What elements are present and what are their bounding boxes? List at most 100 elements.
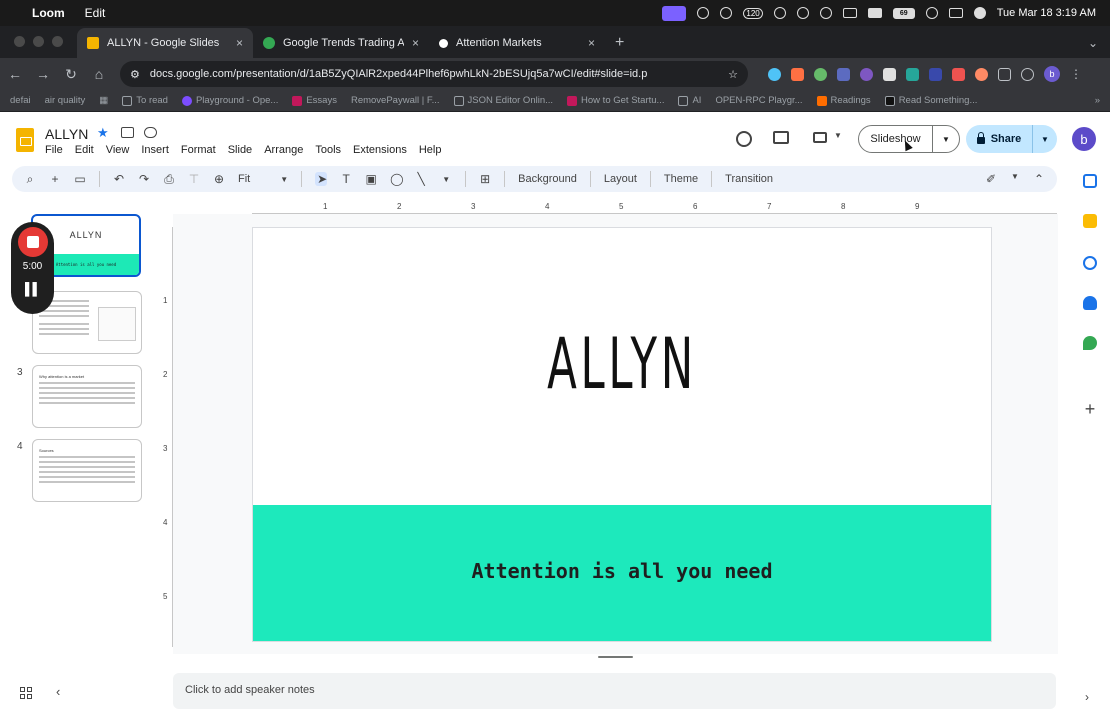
counter-badge-icon[interactable]: 120 [743,7,763,19]
menu-slide[interactable]: Slide [228,144,252,156]
menu-tools[interactable]: Tools [315,144,341,156]
bookmark-read-something[interactable]: Read Something... [884,95,977,106]
cloud-saved-icon[interactable] [144,127,157,138]
transition-button[interactable]: Transition [725,173,773,185]
menubar-edit[interactable]: Edit [85,6,106,20]
star-icon[interactable]: ★ [97,125,109,141]
layout-button[interactable]: Layout [604,173,637,185]
redo-icon[interactable]: ↷ [138,172,150,186]
move-icon[interactable] [819,7,832,19]
bookmark-json-editor[interactable]: JSON Editor Onlin... [453,95,553,106]
print-icon[interactable]: ⎙ [163,172,175,187]
menu-edit[interactable]: Edit [75,144,94,156]
bookmark-playground[interactable]: Playground - Ope... [181,95,278,106]
bookmark-removepaywall[interactable]: RemovePaywall | F... [351,95,440,106]
slide-subtitle[interactable]: Attention is all you need [253,559,991,583]
bookmark-item[interactable]: air quality [45,95,86,106]
horizontal-ruler[interactable]: 1 2 3 4 5 6 7 8 9 [252,202,1057,214]
maps-icon[interactable] [1083,336,1097,350]
notes-resize-handle[interactable] [598,656,633,658]
target-icon[interactable] [773,7,786,19]
select-cursor-icon[interactable]: ➤ [315,172,327,186]
zoom-icon[interactable]: ⊕ [213,172,225,186]
tab-attention-markets[interactable]: Attention Markets × [429,28,605,58]
grid-view-icon[interactable] [20,687,32,699]
slide-title[interactable]: ALLYN [393,323,851,405]
paint-format-icon[interactable]: ⊤ [188,172,200,186]
close-window-icon[interactable] [14,36,25,47]
meet-dropdown-icon[interactable]: ▼ [834,131,842,140]
extension-icon[interactable] [814,67,827,81]
menubar-clock[interactable]: Tue Mar 18 3:19 AM [997,7,1096,19]
cloud-icon[interactable] [842,8,857,18]
slide-thumbnail-3[interactable]: Why attention is a market [32,365,142,428]
menubar-app-name[interactable]: Loom [32,6,65,20]
bookmark-startup[interactable]: How to Get Startu... [567,95,664,106]
menu-help[interactable]: Help [419,144,442,156]
text-box-icon[interactable]: T [340,172,352,186]
extension-icon[interactable] [952,67,965,81]
bookmark-readings[interactable]: Readings [816,95,871,106]
extensions-puzzle-icon[interactable] [998,67,1011,81]
share-button[interactable]: Share ▼ [966,125,1057,153]
move-folder-icon[interactable] [121,127,134,138]
bookmark-essays[interactable]: Essays [292,95,337,106]
home-icon[interactable]: ⌂ [92,66,106,82]
media-icon[interactable] [1021,67,1034,81]
share-dropdown-icon[interactable]: ▼ [1033,135,1057,144]
account-avatar[interactable]: b [1072,127,1096,151]
current-slide[interactable]: ALLYN Attention is all you need [252,227,992,642]
extension-icon[interactable] [860,67,873,81]
line-icon[interactable]: ╲ [415,172,427,186]
tab-trends-agent[interactable]: Google Trends Trading Agent × [253,28,429,58]
new-slide-icon[interactable]: + [49,172,61,186]
contacts-icon[interactable] [1083,296,1097,310]
siri-icon[interactable] [973,7,986,19]
zoom-select[interactable]: Fit ▼ [238,173,288,185]
pen-mode-icon[interactable]: ✐ [985,172,997,186]
weather-icon[interactable] [720,7,733,19]
meet-icon[interactable] [813,132,827,143]
slideshow-label[interactable]: Slideshow [859,126,933,152]
menu-insert[interactable]: Insert [141,144,169,156]
slides-logo-icon[interactable] [16,128,34,152]
stop-recording-button[interactable] [18,227,48,257]
slide-layout-icon[interactable]: ▭ [74,172,86,186]
comments-icon[interactable] [773,131,789,144]
bookmark-folder-to-read[interactable]: To read [122,95,168,106]
profile-avatar[interactable]: b [1044,66,1060,82]
pen-mode-dropdown-icon[interactable]: ▼ [1009,172,1021,186]
expand-side-panel-icon[interactable]: › [1085,690,1089,704]
battery-icon[interactable]: 69 [892,7,915,19]
collapse-filmstrip-icon[interactable]: ‹ [56,684,60,699]
document-title[interactable]: ALLYN [45,126,88,142]
pause-icon[interactable]: ▌▌ [11,282,54,296]
tasks-icon[interactable] [1083,256,1097,270]
vpn-icon[interactable] [796,7,809,19]
version-history-icon[interactable] [736,131,752,147]
slide-thumbnail-4[interactable]: Sources [32,439,142,502]
browser-menu-icon[interactable]: ⋮ [1070,67,1082,81]
loom-status-icon[interactable] [662,5,687,21]
menu-extensions[interactable]: Extensions [353,144,407,156]
menu-view[interactable]: View [106,144,130,156]
car-icon[interactable] [867,8,882,18]
extension-icon[interactable] [791,67,804,81]
reload-icon[interactable]: ↻ [64,66,78,83]
extension-icon[interactable] [837,67,850,81]
extension-icon[interactable] [883,67,896,81]
slideshow-dropdown-icon[interactable]: ▼ [933,135,959,144]
collapse-toolbar-icon[interactable]: ⌃ [1033,172,1045,186]
url-field[interactable]: ⚙ docs.google.com/presentation/d/1aB5ZyQ… [120,61,748,87]
menu-format[interactable]: Format [181,144,216,156]
control-center-icon[interactable] [948,8,963,18]
background-button[interactable]: Background [518,173,577,185]
add-on-plus-icon[interactable]: + [1083,400,1097,418]
bookmark-star-icon[interactable]: ☆ [728,68,738,81]
shape-icon[interactable]: ◯ [390,172,403,186]
keep-icon[interactable] [1083,214,1097,228]
theme-button[interactable]: Theme [664,173,698,185]
close-tab-icon[interactable]: × [236,36,243,50]
speaker-notes[interactable]: Click to add speaker notes [173,673,1056,709]
extension-icon[interactable] [768,67,781,81]
